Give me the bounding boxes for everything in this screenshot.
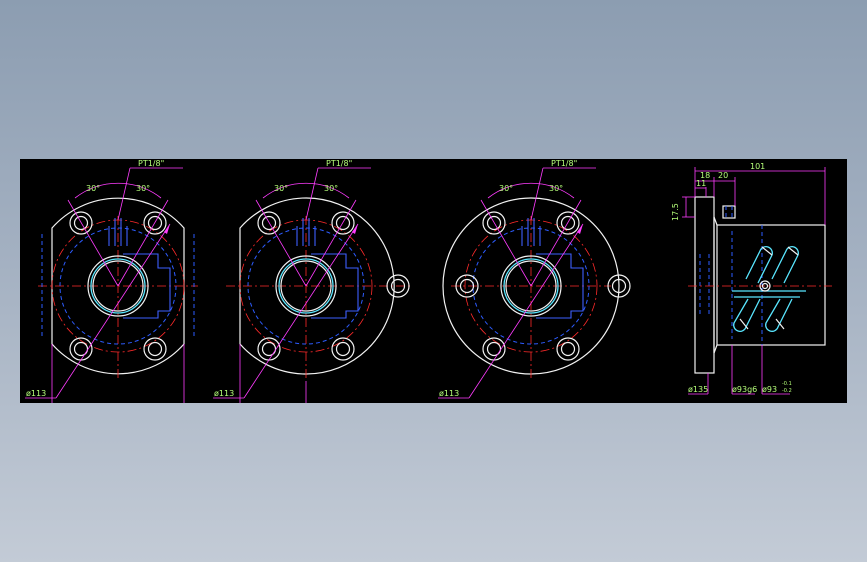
tolerance-lower: -0.2 [782, 388, 792, 394]
thread-label: PT1/8" [551, 159, 577, 168]
front-view-3: 30° 30° PT1/8" ø113 [438, 159, 631, 399]
pilot-diameter-label: ø93g6 [732, 385, 757, 394]
flange-body [694, 196, 715, 374]
front-view-1: 30° 30° PT1/8" ø113 102 [25, 159, 198, 403]
body-diameter-label: ø93 [762, 385, 777, 394]
angle-label-left: 30° [86, 184, 100, 193]
tolerance-upper: -0.1 [782, 381, 792, 387]
diameter-label: ø113 [439, 389, 459, 398]
side-view: 101 18 11 20 17.5 ø135 ø93g6 ø93 -0.1 -0… [671, 162, 832, 395]
cad-drawing: 30° 30° PT1/8" ø113 102 [25, 159, 832, 403]
sub-dim-b-label: 20 [718, 171, 728, 180]
overall-length-label: 101 [750, 162, 765, 171]
thread-label: PT1/8" [138, 159, 164, 168]
height-dim-label: 17.5 [671, 203, 680, 221]
diameter-label: ø113 [26, 389, 46, 398]
return-tube [732, 246, 806, 332]
angle-label-right: 30° [136, 184, 150, 193]
angle-label-right: 30° [324, 184, 338, 193]
diameter-leader [243, 223, 359, 399]
cad-drawing-canvas: 30° 30° PT1/8" ø113 102 [20, 159, 847, 403]
diameter-label: ø113 [214, 389, 234, 398]
nut-body [716, 224, 826, 346]
diameter-leader [468, 223, 584, 399]
flange-diameter-label: ø135 [688, 385, 708, 394]
angle-label-left: 30° [274, 184, 288, 193]
oil-port [722, 205, 736, 219]
thread-label: PT1/8" [326, 159, 352, 168]
angle-label-left: 30° [499, 184, 513, 193]
front-view-2: 30° 30° PT1/8" ø113 51 [213, 159, 411, 403]
sub-dim-a-label: 11 [696, 179, 706, 188]
diameter-leader [55, 223, 171, 399]
angle-label-right: 30° [549, 184, 563, 193]
